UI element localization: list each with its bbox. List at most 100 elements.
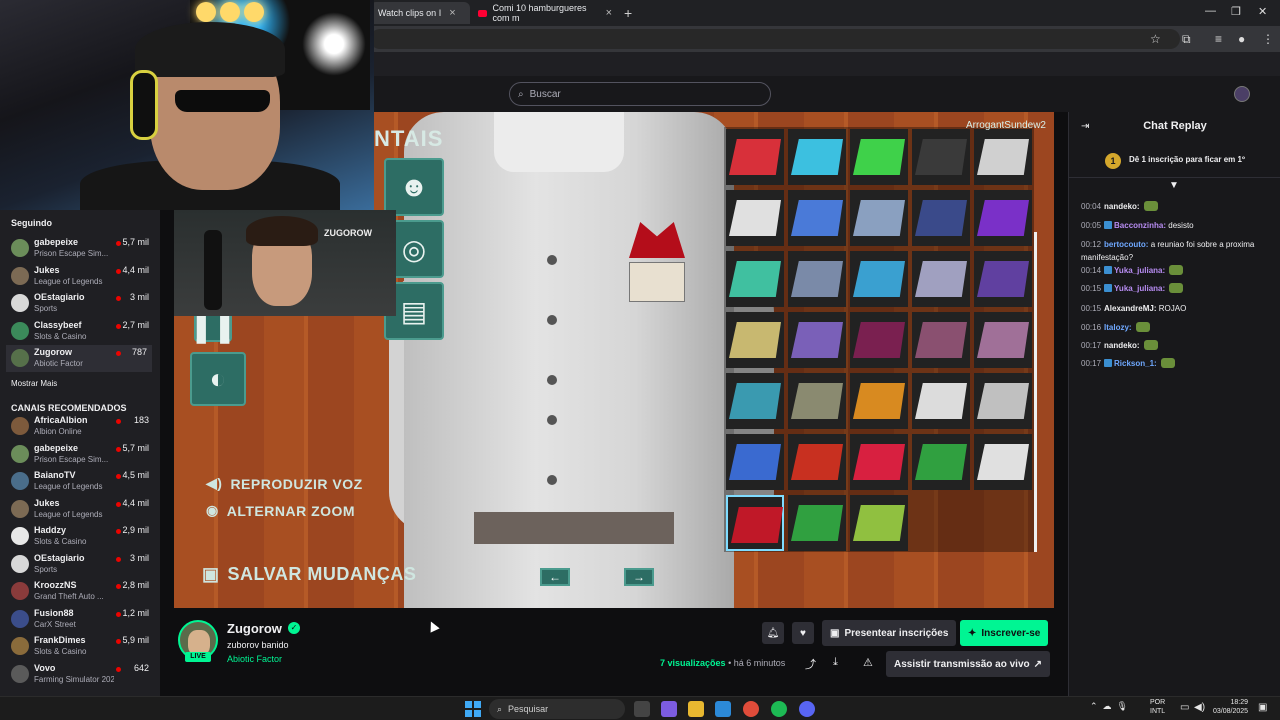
cosmetic-tile[interactable] xyxy=(974,373,1032,429)
user-avatar[interactable] xyxy=(1234,86,1250,102)
cosmetic-tile[interactable] xyxy=(850,373,908,429)
bookmark-star-icon[interactable]: ☆ xyxy=(1150,32,1161,46)
cosmetic-tile[interactable] xyxy=(726,190,784,246)
sidebar-channel-item[interactable]: Fusion88 CarX Street 1,2 mil xyxy=(0,606,160,633)
cosmetic-tile[interactable] xyxy=(788,190,846,246)
sidebar-channel-item[interactable]: Classybeef Slots & Casino 2,7 mil xyxy=(0,318,160,345)
share-icon[interactable]: ⤴ xyxy=(805,656,816,672)
cosmetic-tile[interactable] xyxy=(726,373,784,429)
cosmetic-tile[interactable] xyxy=(788,373,846,429)
new-tab-button[interactable]: + xyxy=(624,5,632,21)
discord-icon[interactable] xyxy=(799,701,815,717)
cosmetic-tile[interactable] xyxy=(912,190,970,246)
subscribe-button[interactable]: ✦ Inscrever-se xyxy=(960,620,1049,646)
cosmetic-tile[interactable] xyxy=(912,129,970,185)
spotify-icon[interactable] xyxy=(771,701,787,717)
message-username[interactable]: Rickson_1: xyxy=(1114,359,1157,368)
grid-scrollbar[interactable] xyxy=(1034,232,1037,552)
play-voice-label[interactable]: ◀) REPRODUZIR VOZ xyxy=(206,475,363,492)
sidebar-channel-item[interactable]: gabepeixe Prison Escape Sim... 5,7 mil xyxy=(0,235,160,262)
menu-dots-icon[interactable]: ⋮ xyxy=(1262,32,1274,46)
message-username[interactable]: bertocouto: xyxy=(1104,240,1148,249)
cosmetic-tile[interactable] xyxy=(726,312,784,368)
message-username[interactable]: Bacconzinha: xyxy=(1114,221,1166,230)
sidebar-channel-item[interactable]: BaianoTV League of Legends 4,5 mil xyxy=(0,468,160,495)
tab-close-icon[interactable]: × xyxy=(606,7,612,19)
cosmetic-tile[interactable] xyxy=(850,434,908,490)
cosmetic-tile[interactable] xyxy=(912,251,970,307)
sidebar-channel-item[interactable]: AfricaAlbion Albion Online 183 xyxy=(0,413,160,440)
close-window-icon[interactable]: ✕ xyxy=(1258,5,1267,18)
copilot-icon[interactable] xyxy=(661,701,677,717)
report-icon[interactable]: ⚠ xyxy=(863,656,873,669)
cosmetic-tile[interactable] xyxy=(850,251,908,307)
message-username[interactable]: Yuka_juliana: xyxy=(1114,284,1165,293)
notification-bell-button[interactable]: 🔔︎ xyxy=(762,622,784,644)
message-username[interactable]: nandeko: xyxy=(1104,341,1140,350)
message-username[interactable]: Yuka_juliana: xyxy=(1114,266,1165,275)
cosmetic-tile[interactable] xyxy=(850,129,908,185)
tab-comi-hamburgueres[interactable]: Comi 10 hamburgueres com m × xyxy=(470,2,620,24)
cosmetic-tile[interactable] xyxy=(726,434,784,490)
cosmetic-tile[interactable] xyxy=(850,190,908,246)
chrome-icon[interactable] xyxy=(743,701,759,717)
minimize-icon[interactable]: — xyxy=(1205,5,1216,17)
channel-name[interactable]: Zugorow xyxy=(227,621,282,636)
pause-icon[interactable]: ❚❚ xyxy=(190,312,237,343)
tab-watch-clips[interactable]: Watch clips on I × xyxy=(370,2,470,24)
cosmetic-tile[interactable] xyxy=(974,190,1032,246)
task-view-icon[interactable] xyxy=(634,701,650,717)
beard-icon[interactable]: ☻ xyxy=(384,158,444,216)
cosmetic-tile[interactable] xyxy=(726,129,784,185)
watch-live-button[interactable]: Assistir transmissão ao vivo ↗ xyxy=(886,651,1051,677)
cosmetic-tile[interactable] xyxy=(974,251,1032,307)
tab-close-icon[interactable]: × xyxy=(449,7,455,19)
sidebar-channel-item[interactable]: Jukes League of Legends 4,4 mil xyxy=(0,263,160,290)
extensions-icon[interactable]: ⧉ xyxy=(1182,32,1191,47)
cosmetic-tile[interactable] xyxy=(788,129,846,185)
arrow-left-button[interactable]: ← xyxy=(540,568,570,586)
cosmetic-tile[interactable] xyxy=(974,129,1032,185)
message-username[interactable]: AlexandreMJ: xyxy=(1104,304,1156,313)
sidebar-channel-item[interactable]: Jukes League of Legends 4,4 mil xyxy=(0,496,160,523)
maximize-icon[interactable]: ❐ xyxy=(1231,5,1241,18)
media-controls-icon[interactable]: ≡ xyxy=(1215,32,1222,46)
stream-game[interactable]: Abiotic Factor xyxy=(227,654,282,664)
sidebar-channel-item[interactable]: KroozzNS Grand Theft Auto ... 2,8 mil xyxy=(0,578,160,605)
toggle-zoom-label[interactable]: ◉ ALTERNAR ZOOM xyxy=(206,502,355,519)
profile-icon[interactable]: ● xyxy=(1238,32,1245,46)
volume-icon[interactable]: ◀) xyxy=(1194,702,1205,713)
taskbar-search[interactable]: ⌕ Pesquisar xyxy=(489,699,625,719)
message-username[interactable]: Italozy: xyxy=(1104,323,1132,332)
sidebar-channel-item[interactable]: Zugorow Abiotic Factor 787 xyxy=(6,345,152,372)
voice-icon[interactable]: ◐ xyxy=(190,352,246,406)
cosmetic-tile[interactable] xyxy=(788,434,846,490)
cosmetic-tile[interactable] xyxy=(788,251,846,307)
windows-start-icon[interactable] xyxy=(465,701,481,717)
url-field[interactable] xyxy=(370,29,1180,49)
cosmetic-tile[interactable] xyxy=(912,312,970,368)
sub-leaderboard[interactable]: 1 Dê 1 inscrição para ficar em 1º xyxy=(1069,142,1280,178)
sidebar-channel-item[interactable]: Vovo Farming Simulator 2025 642 xyxy=(0,661,160,688)
store-icon[interactable] xyxy=(715,701,731,717)
sidebar-channel-item[interactable]: Haddzy Slots & Casino 2,9 mil xyxy=(0,523,160,550)
cosmetic-tile[interactable] xyxy=(912,373,970,429)
message-username[interactable]: nandeko: xyxy=(1104,202,1140,211)
sidebar-channel-item[interactable]: OEstagiario Sports 3 mil xyxy=(0,551,160,578)
download-icon[interactable]: ⤓ xyxy=(833,656,838,669)
cosmetic-tile[interactable] xyxy=(850,495,908,551)
cosmetic-tile[interactable] xyxy=(726,251,784,307)
arrow-right-button[interactable]: → xyxy=(624,568,654,586)
file-explorer-icon[interactable] xyxy=(688,701,704,717)
notification-icon[interactable]: ▣ xyxy=(1258,702,1267,713)
cosmetic-tile[interactable] xyxy=(912,434,970,490)
input-language[interactable]: POR INTL xyxy=(1150,698,1165,716)
filter-icon[interactable]: ▼ xyxy=(1169,180,1179,191)
cosmetic-tile[interactable] xyxy=(974,434,1032,490)
save-changes-label[interactable]: ▣ SALVAR MUDANÇAS xyxy=(202,564,416,585)
system-tray[interactable]: ⌃ ☁ 🎙︎ xyxy=(1090,701,1128,712)
cosmetic-tile[interactable] xyxy=(788,495,846,551)
sidebar-channel-item[interactable]: OEstagiario Sports 3 mil xyxy=(0,290,160,317)
follow-heart-button[interactable]: ♥ xyxy=(792,622,814,644)
gift-subs-button[interactable]: ▣ Presentear inscrições xyxy=(822,620,957,646)
